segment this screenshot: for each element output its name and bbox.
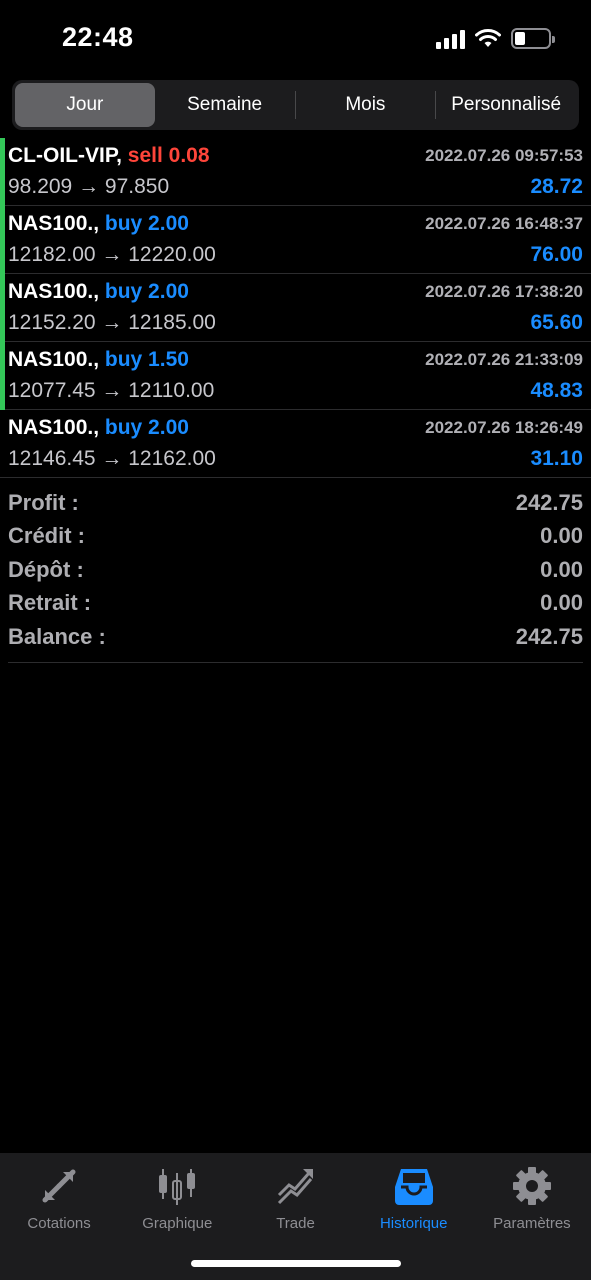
trade-profit: 76.00 (530, 243, 583, 266)
trade-profit: 65.60 (530, 311, 583, 334)
trade-row[interactable]: NAS100., buy 2.00 2022.07.26 17:38:20 12… (0, 274, 591, 342)
summary-value: 242.75 (515, 489, 583, 515)
summary-label: Profit : (8, 489, 79, 515)
trade-prices: 12077.45 → 12110.00 (8, 379, 215, 402)
trade-prices: 12146.45 → 12162.00 (8, 447, 216, 470)
summary-profit: Profit : 242.75 (8, 486, 583, 520)
trade-side: sell 0.08 (127, 144, 210, 167)
trade-side: buy 1.50 (104, 348, 189, 371)
summary-value: 242.75 (515, 623, 583, 649)
trade-row[interactable]: NAS100., buy 2.00 2022.07.26 16:48:37 12… (0, 206, 591, 274)
wifi-icon (475, 28, 501, 47)
settings-icon (511, 1165, 553, 1207)
summary-credit: Crédit : 0.00 (8, 520, 583, 554)
history-icon (393, 1165, 435, 1207)
trade-symbol: NAS100., buy 1.50 (8, 348, 189, 371)
home-indicator (191, 1260, 401, 1267)
summary-value: 0.00 (540, 590, 583, 616)
tab-label: Historique (379, 1215, 448, 1232)
tab-label: Cotations (27, 1215, 91, 1232)
trade-profit: 31.10 (530, 447, 583, 470)
trade-time: 2022.07.26 21:33:09 (425, 350, 583, 369)
trade-row[interactable]: NAS100., buy 1.50 2022.07.26 21:33:09 12… (0, 342, 591, 410)
trade-side: buy 2.00 (104, 280, 189, 303)
profit-marker (0, 206, 5, 274)
trade-prices: 12182.00 → 12220.00 (8, 243, 216, 266)
summary-label: Dépôt : (8, 556, 84, 582)
tab-jour[interactable]: Jour (15, 83, 155, 127)
trade-time: 2022.07.26 17:38:20 (425, 282, 583, 301)
trade-symbol: CL-OIL-VIP, sell 0.08 (8, 144, 210, 167)
summary-label: Retrait : (8, 590, 92, 616)
profit-marker (0, 138, 5, 206)
tab-label: Paramètres (493, 1215, 571, 1232)
summary-withdraw: Retrait : 0.00 (8, 587, 583, 621)
trade-time: 2022.07.26 18:26:49 (425, 418, 583, 437)
trade-icon (275, 1165, 317, 1207)
profit-marker (0, 342, 5, 410)
trade-prices: 12152.20 → 12185.00 (8, 311, 216, 334)
tab-mois[interactable]: Mois (296, 83, 436, 127)
status-icons (436, 28, 555, 49)
trade-row[interactable]: CL-OIL-VIP, sell 0.08 2022.07.26 09:57:5… (0, 138, 591, 206)
period-segmented-control: Jour Semaine Mois Personnalisé (12, 80, 579, 130)
profit-marker (0, 274, 5, 342)
trade-row[interactable]: NAS100., buy 2.00 2022.07.26 18:26:49 12… (0, 410, 591, 478)
signal-icon (436, 29, 465, 49)
tab-label: Graphique (142, 1215, 213, 1232)
summary-value: 0.00 (540, 556, 583, 582)
account-summary: Profit : 242.75 Crédit : 0.00 Dépôt : 0.… (8, 486, 583, 663)
trade-profit: 28.72 (530, 175, 583, 198)
battery-icon (511, 28, 555, 49)
trade-symbol: NAS100., buy 2.00 (8, 280, 189, 303)
trade-list: CL-OIL-VIP, sell 0.08 2022.07.26 09:57:5… (0, 138, 591, 478)
summary-label: Balance : (8, 623, 106, 649)
status-bar: 22:48 (0, 0, 591, 80)
tab-personnalise[interactable]: Personnalisé (436, 83, 576, 127)
summary-label: Crédit : (8, 523, 85, 549)
summary-value: 0.00 (540, 523, 583, 549)
chart-icon (156, 1165, 198, 1207)
tab-label: Trade (276, 1215, 315, 1232)
trade-time: 2022.07.26 09:57:53 (425, 146, 583, 165)
trade-time: 2022.07.26 16:48:37 (425, 214, 583, 233)
status-time: 22:48 (62, 22, 134, 52)
summary-deposit: Dépôt : 0.00 (8, 553, 583, 587)
trade-prices: 98.209 → 97.850 (8, 175, 170, 198)
trade-side: buy 2.00 (104, 212, 189, 235)
tab-parametres[interactable]: Paramètres (473, 1153, 591, 1280)
trade-symbol: NAS100., buy 2.00 (8, 416, 189, 439)
tab-cotations[interactable]: Cotations (0, 1153, 118, 1280)
trade-profit: 48.83 (530, 379, 583, 402)
trade-side: buy 2.00 (104, 416, 189, 439)
tab-semaine[interactable]: Semaine (155, 83, 295, 127)
trade-symbol: NAS100., buy 2.00 (8, 212, 189, 235)
quotes-icon (38, 1165, 80, 1207)
summary-balance: Balance : 242.75 (8, 620, 583, 654)
